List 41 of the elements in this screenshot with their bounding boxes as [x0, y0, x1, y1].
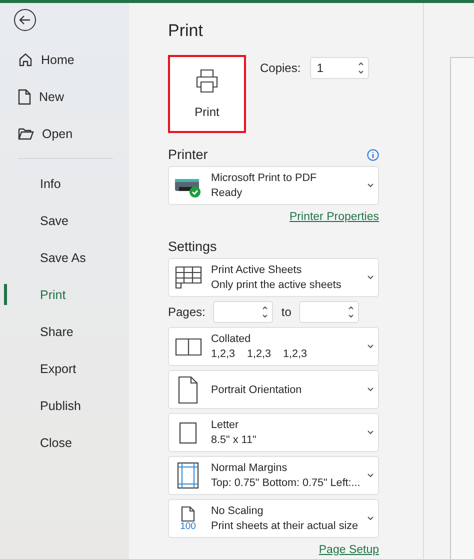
to-label: to — [281, 305, 292, 319]
copies-field[interactable]: 1 — [310, 57, 369, 79]
pages-label: Pages: — [168, 305, 206, 319]
option-title: Collated — [211, 333, 252, 345]
option-description: Print sheets at their actual size — [211, 520, 359, 532]
sidebar-item[interactable]: Open — [0, 115, 129, 152]
sidebar-item[interactable]: Export — [0, 350, 129, 387]
printer-dropdown[interactable]: Microsoft Print to PDF Ready — [168, 166, 379, 205]
print-button[interactable]: Print — [168, 55, 246, 133]
option-title: Normal Margins — [211, 462, 288, 474]
sidebar-item[interactable]: Close — [0, 424, 129, 461]
option-title: Print Active Sheets — [211, 264, 303, 276]
option-title: No Scaling — [211, 505, 264, 517]
option-description: 8.5" x 11" — [211, 434, 258, 446]
settings-dropdown[interactable]: Letter 8.5" x 11" — [168, 413, 379, 452]
printer-properties-link[interactable]: Printer Properties — [290, 211, 379, 223]
page-title: Print — [168, 21, 204, 41]
sidebar-item[interactable]: Share — [0, 313, 129, 350]
printer-status: Ready — [211, 187, 244, 199]
settings-dropdown[interactable]: Print Active Sheets Only print the active sheets — [168, 258, 379, 297]
option-title: Letter — [211, 419, 240, 431]
settings-dropdown[interactable]: Collated 1,2,3 1,2,3 1,2,3 — [168, 327, 379, 366]
settings-dropdown[interactable]: Normal Margins Top: 0.75" Bottom: 0.75" Left:... — [168, 456, 379, 495]
option-title: Portrait Orientation — [211, 384, 303, 396]
option-description: Only print the active sheets — [211, 279, 342, 291]
section-heading: Settings — [168, 239, 217, 254]
sidebar-item[interactable]: Save As — [0, 239, 129, 276]
section-heading: Printer — [168, 147, 208, 162]
page-setup-link[interactable]: Page Setup — [318, 544, 379, 556]
option-description: 1,2,3 1,2,3 1,2,3 — [211, 348, 308, 360]
sidebar-item[interactable]: Info — [0, 165, 129, 202]
option-description: Top: 0.75" Bottom: 0.75" Left:... — [211, 477, 359, 489]
settings-dropdown[interactable]: Portrait Orientation — [168, 370, 379, 409]
sidebar-item[interactable]: New — [0, 78, 129, 115]
sidebar-item[interactable]: Publish — [0, 387, 129, 424]
sidebar-item[interactable]: Home — [0, 41, 129, 78]
printer-name: Microsoft Print to PDF — [211, 172, 318, 184]
sidebar-item[interactable]: Save — [0, 202, 129, 239]
settings-dropdown[interactable]: 100 No Scaling Print sheets at their actual size — [168, 499, 379, 538]
sidebar-item[interactable]: Print — [0, 276, 129, 313]
copies-label: Copies: — [260, 61, 301, 75]
